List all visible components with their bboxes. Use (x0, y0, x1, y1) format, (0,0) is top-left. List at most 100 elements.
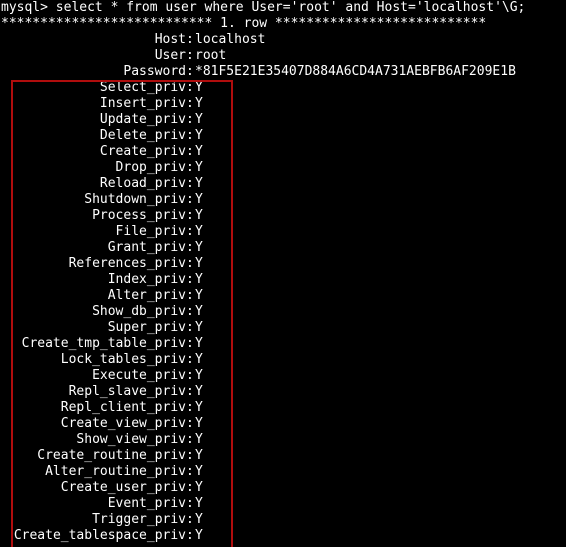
result-field-row: Host: localhost (0, 32, 566, 48)
field-value: Y (195, 80, 203, 95)
field-key: Repl_slave_priv (68, 384, 186, 399)
field-separator: : (186, 384, 194, 399)
field-value: Y (195, 368, 203, 383)
terminal-screen[interactable]: mysql> select * from user where User='ro… (0, 0, 566, 547)
field-separator: : (186, 48, 194, 63)
field-key: Reload_priv (99, 176, 186, 191)
field-key: Event_priv (107, 496, 186, 511)
field-value: localhost (195, 32, 266, 47)
row-separator-line: *************************** 1. row *****… (1, 16, 487, 31)
field-value: Y (195, 96, 203, 111)
field-value: Y (195, 160, 203, 175)
field-value: Y (195, 528, 203, 543)
field-separator: : (186, 400, 194, 415)
result-field-row: Reload_priv: Y (0, 176, 566, 192)
field-key: File_priv (115, 224, 186, 239)
field-key: Execute_priv (92, 368, 186, 383)
result-field-row: Select_priv: Y (0, 80, 566, 96)
field-separator: : (186, 432, 194, 447)
field-key: Process_priv (92, 208, 186, 223)
field-value: Y (195, 288, 203, 303)
result-field-row: Create_tmp_table_priv: Y (0, 336, 566, 352)
field-value: Y (195, 512, 203, 527)
field-separator: : (186, 80, 194, 95)
field-separator: : (186, 192, 194, 207)
result-field-row: Shutdown_priv: Y (0, 192, 566, 208)
field-separator: : (186, 352, 194, 367)
field-separator: : (186, 480, 194, 495)
result-field-row: User: root (0, 48, 566, 64)
field-key: Alter_routine_priv (45, 464, 186, 479)
result-field-row: Create_routine_priv: Y (0, 448, 566, 464)
field-key: Grant_priv (107, 240, 186, 255)
result-field-row: Drop_priv: Y (0, 160, 566, 176)
field-separator: : (186, 272, 194, 287)
field-key: Index_priv (107, 272, 186, 287)
field-value: Y (195, 480, 203, 495)
field-value: Y (195, 464, 203, 479)
field-key: Alter_priv (107, 288, 186, 303)
field-value: Y (195, 128, 203, 143)
result-field-row: File_priv: Y (0, 224, 566, 240)
field-key: Create_routine_priv (37, 448, 186, 463)
result-field-row: Grant_priv: Y (0, 240, 566, 256)
field-key: Create_user_priv (60, 480, 186, 495)
result-field-row: Index_priv: Y (0, 272, 566, 288)
result-field-row: Event_priv: Y (0, 496, 566, 512)
field-separator: : (186, 240, 194, 255)
field-separator: : (186, 144, 194, 159)
result-field-row: Repl_client_priv: Y (0, 400, 566, 416)
result-field-row: Process_priv: Y (0, 208, 566, 224)
result-field-row: Delete_priv: Y (0, 128, 566, 144)
field-separator: : (186, 416, 194, 431)
field-value: Y (195, 176, 203, 191)
field-key: Repl_client_priv (60, 400, 186, 415)
field-value: Y (195, 448, 203, 463)
field-value: Y (195, 336, 203, 351)
result-field-row: Repl_slave_priv: Y (0, 384, 566, 400)
field-separator: : (186, 224, 194, 239)
field-value: Y (195, 256, 203, 271)
field-separator: : (186, 112, 194, 127)
field-value: Y (195, 416, 203, 431)
field-value: Y (195, 192, 203, 207)
field-value: *81F5E21E35407D884A6CD4A731AEBFB6AF209E1… (195, 64, 516, 79)
result-field-row: Trigger_priv: Y (0, 512, 566, 528)
field-value: Y (195, 272, 203, 287)
result-field-row: Execute_priv: Y (0, 368, 566, 384)
field-separator: : (186, 320, 194, 335)
field-value: Y (195, 384, 203, 399)
field-key: Password (123, 64, 186, 79)
field-separator: : (186, 448, 194, 463)
result-field-row: Alter_priv: Y (0, 288, 566, 304)
field-separator: : (186, 336, 194, 351)
result-field-row: Lock_tables_priv: Y (0, 352, 566, 368)
field-separator: : (186, 128, 194, 143)
field-key: Create_tmp_table_priv (21, 336, 186, 351)
field-separator: : (186, 512, 194, 527)
result-field-row: Password: *81F5E21E35407D884A6CD4A731AEBF… (0, 64, 566, 80)
field-key: Lock_tables_priv (60, 352, 186, 367)
field-value: Y (195, 432, 203, 447)
field-key: Super_priv (107, 320, 186, 335)
field-value: Y (195, 208, 203, 223)
field-value: root (195, 48, 227, 63)
result-field-row: Alter_routine_priv: Y (0, 464, 566, 480)
field-key: References_priv (68, 256, 186, 271)
field-separator: : (186, 96, 194, 111)
result-field-row: Create_view_priv: Y (0, 416, 566, 432)
field-value: Y (195, 240, 203, 255)
field-key: Insert_priv (99, 96, 186, 111)
field-key: Show_view_priv (76, 432, 186, 447)
field-separator: : (186, 160, 194, 175)
field-key: Create_view_priv (60, 416, 186, 431)
result-field-row: Super_priv: Y (0, 320, 566, 336)
field-separator: : (186, 32, 194, 47)
field-key: Create_priv (99, 144, 186, 159)
field-value: Y (195, 496, 203, 511)
field-key: User (154, 48, 186, 63)
field-separator: : (186, 256, 194, 271)
field-separator: : (186, 528, 194, 543)
field-key: Create_tablespace_priv (13, 528, 186, 543)
field-value: Y (195, 304, 203, 319)
